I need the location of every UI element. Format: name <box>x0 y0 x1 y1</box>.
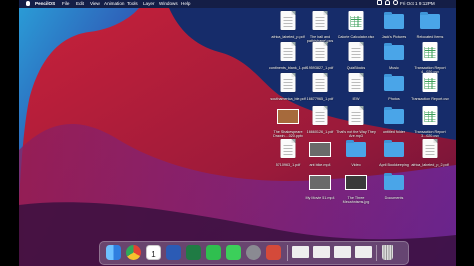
battery-icon[interactable] <box>377 0 382 5</box>
thumb-icon <box>277 109 299 124</box>
folder-icon <box>384 74 404 91</box>
folder-icon <box>384 107 404 124</box>
menu-view[interactable]: View <box>90 0 100 8</box>
thumb-icon <box>309 175 331 190</box>
desktop-item-folder[interactable]: untitled folder <box>377 105 411 139</box>
folder-icon <box>420 12 440 29</box>
menu-layer[interactable]: Layer <box>143 0 155 8</box>
desktop-item-label: The Three Mecahnisms.jpg <box>342 196 370 205</box>
dock-recent-document-icon[interactable] <box>313 246 330 258</box>
apple-menu-icon[interactable] <box>26 1 30 6</box>
wifi-icon[interactable] <box>385 0 390 5</box>
desktop-item-doc[interactable]: 16660126_1.pdf <box>303 105 337 139</box>
desktop-item-label: Relocated Items <box>416 35 444 39</box>
dock-recent-document-icon[interactable] <box>334 246 351 258</box>
doc-icon <box>348 42 364 61</box>
desktop-item-doc[interactable]: IEW <box>339 72 373 106</box>
doc-icon <box>422 139 438 158</box>
folder-icon <box>384 12 404 29</box>
desktop-item-thumb[interactable]: My Movie 51.mp4 <box>303 171 337 205</box>
doc-icon <box>348 106 364 125</box>
folder-icon <box>384 43 404 60</box>
left-letterbox <box>0 0 19 266</box>
dock-excel-icon[interactable] <box>186 245 201 260</box>
desktop-item-folder[interactable]: Documents <box>377 171 411 205</box>
dock-calendar-icon[interactable]: 1 <box>146 245 161 260</box>
dock-chrome-icon[interactable] <box>126 245 141 260</box>
desktop-item-doc[interactable]: africa_labeled_p_2.pdf <box>411 138 449 172</box>
menu-help[interactable]: Help <box>181 0 190 8</box>
dock-word-icon[interactable] <box>166 245 181 260</box>
sheet-icon <box>422 42 438 61</box>
doc-icon <box>312 73 328 92</box>
dock-finder-icon[interactable] <box>106 245 121 260</box>
doc-icon <box>280 139 296 158</box>
desktop-item-folder[interactable]: Jack's Pictures <box>377 10 411 44</box>
dock: 1 <box>99 241 409 265</box>
dock-facetime-icon[interactable] <box>206 245 221 260</box>
doc-icon <box>280 73 296 92</box>
menu-app-name[interactable]: PencilOS <box>35 0 55 8</box>
doc-icon <box>280 42 296 61</box>
folder-icon <box>346 140 366 157</box>
dock-pencilos-icon[interactable] <box>266 245 281 260</box>
dock-recent-document-icon[interactable] <box>355 246 372 258</box>
doc-icon <box>312 42 328 61</box>
search-icon[interactable] <box>393 0 398 5</box>
desktop-item-folder[interactable]: Relocated Items <box>413 10 447 44</box>
desktop-item-label: Transaction Report.csv <box>411 97 449 101</box>
desktop-item-thumb[interactable]: ant bike.mp4 <box>303 138 337 172</box>
dock-separator <box>287 245 288 261</box>
thumb-icon <box>345 175 367 190</box>
desktop-item-thumb[interactable]: The Three Mecahnisms.jpg <box>339 171 373 205</box>
desktop-item-sheet[interactable]: Transaction Report 3...020.csv <box>413 105 447 139</box>
desktop-item-folder[interactable]: April Bookkeeping <box>377 138 411 172</box>
sheet-icon <box>348 11 364 30</box>
doc-icon <box>312 106 328 125</box>
desktop-item-label: IEW <box>352 97 360 101</box>
desktop-item-doc[interactable]: The ball and path(shape).pcs <box>303 10 337 44</box>
dock-system-preferences-icon[interactable] <box>246 245 261 260</box>
desktop-item-label: Calorie Calculator.xlsx <box>337 35 375 39</box>
desktop-item-doc[interactable]: 19593827_1.pdf <box>303 41 337 75</box>
desktop-item-doc[interactable]: QuizBlocks <box>339 41 373 75</box>
menu-file[interactable]: File <box>62 0 69 8</box>
desktop-item-label: africa_labeled_p_2.pdf <box>411 163 449 167</box>
thumb-icon <box>309 142 331 157</box>
desktop-item-label: Video <box>351 163 361 167</box>
desktop-item-folder[interactable]: Music <box>377 41 411 75</box>
menu-animation[interactable]: Animation <box>104 0 124 8</box>
doc-icon <box>280 11 296 30</box>
sheet-icon <box>422 73 438 92</box>
doc-icon <box>348 73 364 92</box>
desktop-item-doc[interactable]: 16677965_1.pdf <box>303 72 337 106</box>
desktop-item-sheet[interactable]: Transaction Report.csv <box>411 72 449 106</box>
desktop-item-sheet[interactable]: Transaction Report 4...020.csv <box>413 41 447 75</box>
menu-bar: PencilOS File Edit View Animation Tools … <box>19 0 456 8</box>
menu-clock[interactable]: Fri Oct 1 9:12PM <box>400 0 435 8</box>
sheet-icon <box>422 106 438 125</box>
dock-recent-document-icon[interactable] <box>292 246 309 258</box>
menu-edit[interactable]: Edit <box>76 0 84 8</box>
desktop-item-sheet[interactable]: Calorie Calculator.xlsx <box>338 10 374 44</box>
right-letterbox <box>456 0 474 266</box>
dock-separator <box>376 245 377 261</box>
folder-icon <box>384 173 404 190</box>
desktop-item-folder[interactable]: Photos <box>377 72 411 106</box>
desktop-screen: PencilOS File Edit View Animation Tools … <box>19 0 456 266</box>
menu-tools[interactable]: Tools <box>127 0 138 8</box>
desktop-item-folder[interactable]: Video <box>339 138 373 172</box>
desktop-item-label: Documents <box>384 196 404 200</box>
desktop-item-label: QuizBlocks <box>346 66 366 70</box>
dock-messages-icon[interactable] <box>226 245 241 260</box>
menu-windows[interactable]: Windows <box>159 0 178 8</box>
dock-trash-icon[interactable] <box>382 245 393 260</box>
doc-icon <box>312 11 328 30</box>
folder-icon <box>384 140 404 157</box>
desktop-item-doc[interactable]: That's not the Way They Are.mp3 <box>336 105 376 139</box>
